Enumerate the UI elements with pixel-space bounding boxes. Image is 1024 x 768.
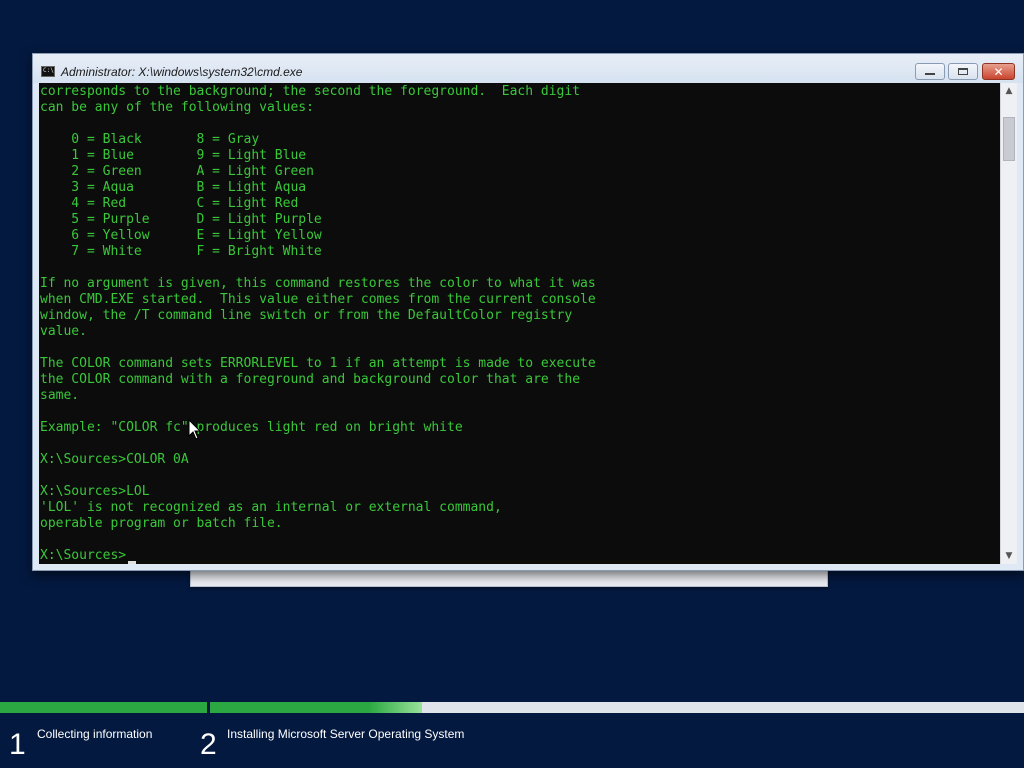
minimize-icon xyxy=(925,73,935,75)
scroll-thumb[interactable] xyxy=(1003,117,1015,161)
maximize-icon xyxy=(958,68,968,75)
cmd-window[interactable]: Administrator: X:\windows\system32\cmd.e… xyxy=(32,53,1024,571)
close-button[interactable]: ✕ xyxy=(982,63,1015,80)
step-2-label: Installing Microsoft Server Operating Sy… xyxy=(227,727,465,741)
close-icon: ✕ xyxy=(993,64,1004,79)
progress-step2-track xyxy=(210,702,1024,713)
mouse-pointer-icon xyxy=(188,419,202,440)
step-1-label: Collecting information xyxy=(37,727,153,741)
console-output: corresponds to the background; the secon… xyxy=(40,84,596,563)
cmd-icon[interactable] xyxy=(41,66,55,77)
progress-step1-fill xyxy=(0,702,207,713)
minimize-button[interactable] xyxy=(915,63,945,80)
step-2-number: 2 xyxy=(200,728,217,761)
scroll-up-icon[interactable]: ▲ xyxy=(1001,83,1017,99)
text-cursor xyxy=(128,561,136,564)
maximize-button[interactable] xyxy=(948,63,978,80)
window-title: Administrator: X:\windows\system32\cmd.e… xyxy=(61,65,303,79)
setup-progress-bar xyxy=(0,702,1024,713)
progress-step2-fill xyxy=(210,702,422,713)
vertical-scrollbar[interactable]: ▲ ▼ xyxy=(1000,83,1017,564)
title-bar[interactable]: Administrator: X:\windows\system32\cmd.e… xyxy=(33,54,1023,83)
step-1-number: 1 xyxy=(9,728,26,761)
scroll-down-icon[interactable]: ▼ xyxy=(1001,548,1017,564)
console-area[interactable]: corresponds to the background; the secon… xyxy=(39,83,1000,564)
